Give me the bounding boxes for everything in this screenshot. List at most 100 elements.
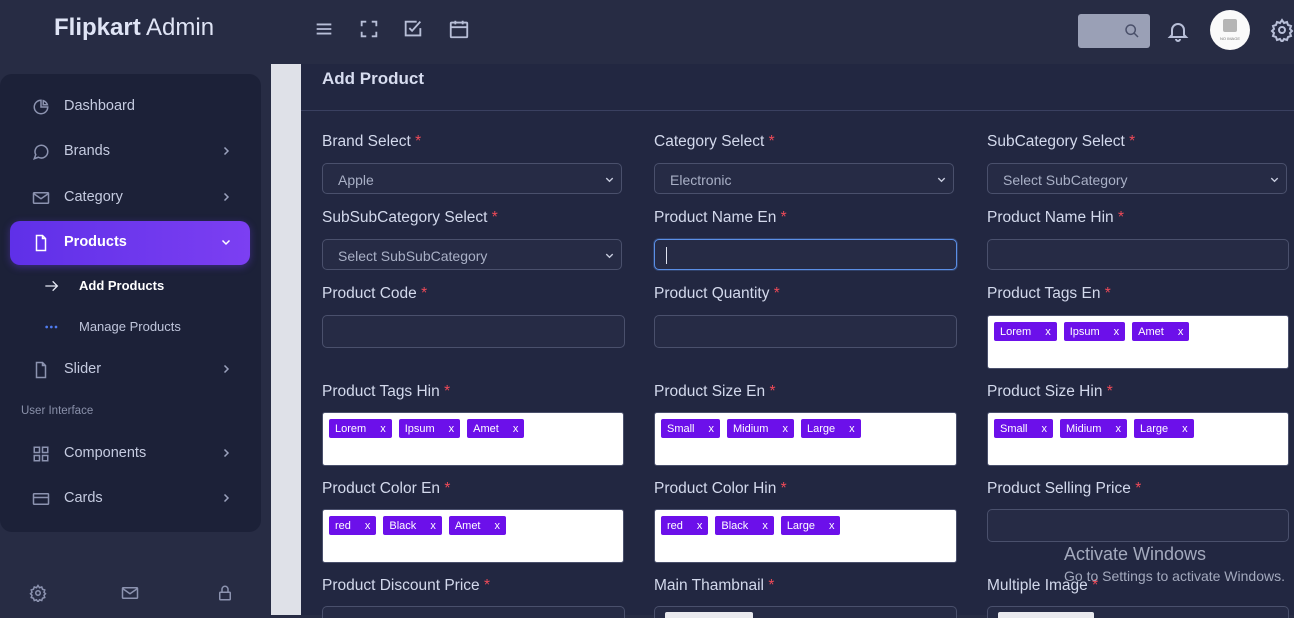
product-name-en-input[interactable] (654, 239, 957, 270)
tag-remove-button[interactable]: x (1115, 423, 1121, 435)
chevron-down-icon (220, 236, 232, 248)
chevron-down-icon (1269, 174, 1280, 185)
sidebar-subitem-add-products[interactable]: Add Products (44, 275, 244, 297)
sidebar-item-label: Category (64, 189, 123, 205)
tag-remove-button[interactable]: x (365, 520, 371, 532)
subcategory-select-label: SubCategory Select * (987, 133, 1136, 150)
tag-remove-button[interactable]: x (697, 520, 703, 532)
tag-chip[interactable]: red x (329, 516, 377, 535)
arrow-right-icon (44, 279, 60, 293)
brand-name-rest: Admin (140, 14, 215, 41)
tag-chip[interactable]: Small x (994, 419, 1054, 438)
tag-remove-button[interactable]: x (762, 520, 768, 532)
product-tags-en-input[interactable]: Lorem x Ipsum x Amet x (987, 315, 1289, 369)
brand-select-label: Brand Select * (322, 133, 422, 150)
product-size-en-input[interactable]: Small x Midium x Large x (654, 412, 957, 466)
tag-chip[interactable]: Amet x (448, 516, 506, 535)
chevron-down-icon (604, 250, 615, 261)
brand-logo[interactable]: Flipkart Admin (54, 14, 214, 42)
tag-chip[interactable]: Black x (383, 516, 442, 535)
tag-chip[interactable]: Midium x (727, 419, 794, 438)
sidebar-item-slider[interactable]: Slider (10, 348, 250, 392)
tag-chip[interactable]: Large x (1133, 419, 1194, 438)
product-discount-price-label: Product Discount Price * (322, 577, 491, 594)
mail-icon (32, 189, 50, 207)
bell-icon[interactable] (1166, 19, 1190, 43)
tag-remove-button[interactable]: x (849, 423, 855, 435)
tag-remove-button[interactable]: x (1178, 326, 1184, 338)
sidebar-item-components[interactable]: Components (10, 432, 250, 476)
tag-chip[interactable]: Midium x (1060, 419, 1127, 438)
product-color-hin-label: Product Color Hin * (654, 480, 787, 497)
sidebar-item-label: Brands (64, 143, 110, 159)
tag-chip[interactable]: Ipsum x (398, 419, 461, 438)
tag-remove-button[interactable]: x (1182, 423, 1188, 435)
product-selling-price-input[interactable] (987, 509, 1289, 542)
product-name-hin-input[interactable] (987, 239, 1289, 270)
sidebar-subitem-label: Add Products (79, 278, 165, 293)
sidebar-item-brands[interactable]: Brands (10, 130, 250, 174)
sidebar-item-products[interactable]: Products (10, 221, 250, 265)
tag-remove-button[interactable]: x (1045, 326, 1051, 338)
tag-chip[interactable]: Small x (661, 419, 721, 438)
sidebar-item-category[interactable]: Category (10, 176, 250, 220)
search-box[interactable] (1078, 14, 1150, 48)
tag-remove-button[interactable]: x (380, 423, 386, 435)
menu-icon[interactable] (313, 18, 335, 40)
tag-chip[interactable]: Black x (715, 516, 774, 535)
product-color-hin-input[interactable]: red x Black x Large x (654, 509, 957, 563)
subsubcategory-select[interactable]: Select SubSubCategory (322, 239, 622, 270)
brand-select-value: Apple (338, 172, 374, 188)
search-icon[interactable] (1124, 23, 1140, 39)
tag-chip[interactable]: Ipsum x (1063, 322, 1126, 341)
product-size-en-label: Product Size En * (654, 383, 776, 400)
multiple-image-file-input[interactable] (987, 606, 1289, 618)
product-size-hin-input[interactable]: Small x Midium x Large x (987, 412, 1289, 466)
tag-chip[interactable]: Large x (800, 419, 861, 438)
product-quantity-label: Product Quantity * (654, 285, 780, 302)
mail-icon[interactable] (121, 584, 139, 602)
sidebar-subitem-manage-products[interactable]: Manage Products (44, 316, 244, 338)
tag-remove-button[interactable]: x (709, 423, 715, 435)
sidebar-subitem-label: Manage Products (79, 319, 181, 334)
main-thumbnail-file-input[interactable] (654, 606, 957, 618)
tag-remove-button[interactable]: x (449, 423, 455, 435)
tag-chip[interactable]: Lorem x (994, 322, 1057, 341)
tag-chip[interactable]: Large x (780, 516, 841, 535)
lock-icon[interactable] (216, 584, 234, 602)
tag-remove-button[interactable]: x (1042, 423, 1048, 435)
tag-chip[interactable]: Amet x (1132, 322, 1190, 341)
choose-file-button[interactable] (665, 612, 753, 618)
fullscreen-icon[interactable] (358, 18, 380, 40)
tag-remove-button[interactable]: x (430, 520, 436, 532)
product-color-en-input[interactable]: red x Black x Amet x (322, 509, 624, 563)
card-icon (32, 490, 50, 508)
tag-chip[interactable]: Amet x (467, 419, 525, 438)
tag-remove-button[interactable]: x (495, 520, 501, 532)
checkbox-icon[interactable] (402, 18, 424, 40)
gear-icon[interactable] (1270, 18, 1294, 44)
tag-chip[interactable]: Lorem x (329, 419, 392, 438)
product-code-input[interactable] (322, 315, 625, 348)
settings-icon[interactable] (29, 584, 47, 602)
subsubcategory-select-value: Select SubSubCategory (338, 248, 488, 264)
tag-remove-button[interactable]: x (829, 520, 835, 532)
tag-chip[interactable]: red x (661, 516, 709, 535)
product-quantity-input[interactable] (654, 315, 957, 348)
tag-remove-button[interactable]: x (513, 423, 519, 435)
category-select[interactable]: Electronic (654, 163, 954, 194)
product-tags-hin-input[interactable]: Lorem x Ipsum x Amet x (322, 412, 624, 466)
subcategory-select[interactable]: Select SubCategory (987, 163, 1287, 194)
choose-file-button[interactable] (998, 612, 1094, 618)
tag-remove-button[interactable]: x (782, 423, 788, 435)
calendar-icon[interactable] (448, 18, 470, 40)
category-select-value: Electronic (670, 172, 732, 188)
avatar[interactable]: NO IMAGE (1210, 10, 1250, 50)
tag-remove-button[interactable]: x (1114, 326, 1120, 338)
sidebar-item-cards[interactable]: Cards (10, 477, 250, 521)
text-caret (666, 247, 667, 264)
chevron-down-icon (936, 174, 947, 185)
brand-select[interactable]: Apple (322, 163, 622, 194)
sidebar-item-dashboard[interactable]: Dashboard (10, 85, 250, 129)
product-discount-price-input[interactable] (322, 606, 625, 618)
